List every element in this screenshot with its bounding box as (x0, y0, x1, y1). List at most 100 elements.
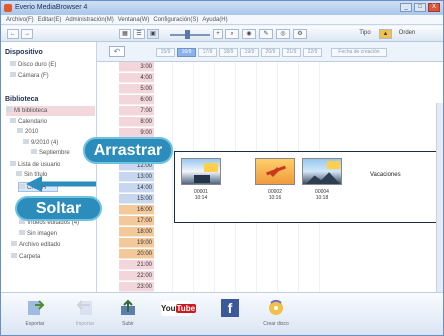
creation-date-tab[interactable]: Fecha de creación (331, 48, 387, 57)
device-e[interactable]: Disco duro (E) (10, 60, 56, 70)
close-button[interactable]: X (428, 3, 440, 12)
media-time: 10:14 (194, 195, 208, 201)
time-row: 13:00 (119, 172, 154, 182)
window-title: Everio MediaBrowser 4 (15, 4, 88, 11)
minimize-button[interactable]: _ (400, 3, 412, 12)
playlist-icon (19, 184, 25, 189)
menu-archivo[interactable]: Archivo(F) (6, 15, 34, 24)
drive-icon (10, 61, 16, 66)
grid-line (172, 62, 173, 292)
time-row: 6:00 (119, 95, 154, 105)
thumbnail-shape (194, 175, 210, 183)
thumbnail-flag-icon (327, 161, 340, 169)
bottom-label: Crear disco (263, 321, 289, 327)
settings-icon[interactable]: ⚙ (293, 29, 307, 39)
create-disc-button[interactable]: Crear disco (259, 299, 293, 332)
library-item-september[interactable]: 9/2010 (4) (23, 138, 58, 148)
time-row: 14:00 (119, 183, 154, 193)
folder-icon (23, 139, 29, 144)
media-thumbnail[interactable] (302, 158, 342, 185)
time-row: 16:00 (119, 205, 154, 215)
media-item[interactable]: 00002 10:16 (255, 158, 295, 211)
device-f[interactable]: Cámara (F) (10, 71, 49, 81)
grid-view-icon[interactable]: ▦ (119, 29, 131, 39)
date-tab[interactable]: 21/9 (282, 48, 301, 57)
youtube-button[interactable]: YouTube (161, 299, 197, 332)
app-icon (4, 4, 12, 12)
calendar-view-icon[interactable]: ▣ (147, 29, 159, 39)
camera-icon[interactable]: ◉ (242, 29, 256, 39)
media-time: 10:18 (315, 195, 329, 201)
calendar-header: ↶ 15/9 16/9 17/9 18/9 19/9 20/9 21/9 22/… (97, 42, 443, 62)
date-tab[interactable]: 22/9 (303, 48, 322, 57)
library-item-folder[interactable]: Carpeta (11, 252, 40, 262)
time-row: 23:00 (119, 282, 154, 292)
type-label: Tipo (359, 30, 371, 36)
zoom-slider-thumb[interactable] (185, 30, 190, 39)
media-group-box: 00001 10:14 00002 10:16 00004 10:18 Vaca… (174, 151, 443, 223)
disc-icon (269, 299, 283, 315)
date-tab[interactable]: 19/9 (240, 48, 259, 57)
back-button[interactable]: ← (7, 29, 19, 39)
library-item-2010[interactable]: 2010 (17, 127, 38, 137)
import-button[interactable]: Importar (68, 299, 102, 332)
youtube-icon: YouTube (161, 301, 197, 316)
library-item-no-image[interactable]: Sin imagen (19, 229, 57, 239)
menu-configuracion[interactable]: Configuración(S) (153, 15, 198, 24)
menu-administracion[interactable]: Administración(M) (65, 15, 113, 24)
maximize-button[interactable]: □ (414, 3, 426, 12)
edit-icon[interactable]: ✎ (259, 29, 273, 39)
date-tab-active[interactable]: 16/9 (177, 48, 196, 57)
media-thumbnail[interactable] (255, 158, 295, 185)
media-item[interactable]: 00001 10:14 (181, 158, 221, 211)
calendar-grid: 00001 10:14 00002 10:16 00004 10:18 Vaca… (154, 62, 443, 292)
time-row: 19:00 (119, 238, 154, 248)
drag-label: Arrastrar (83, 137, 173, 164)
time-row: 15:00 (119, 194, 154, 204)
device-f-label: Cámara (F) (18, 73, 49, 79)
media-item[interactable]: 00004 10:18 (302, 158, 342, 211)
drop-label: Soltar (15, 196, 102, 221)
library-item-edited-file[interactable]: Archivo editado (11, 240, 60, 250)
upload-button[interactable]: Subir (111, 299, 145, 332)
forward-button[interactable]: → (21, 29, 33, 39)
library-item-label: Lista de usuario (18, 162, 61, 168)
date-tab[interactable]: 17/9 (198, 48, 217, 57)
time-row: 3:00 (119, 62, 154, 72)
media-thumbnail[interactable] (181, 158, 221, 185)
library-item-subfolder[interactable]: Septiembre (31, 148, 70, 158)
library-item-label: Calendario (18, 119, 48, 125)
date-tab[interactable]: 20/9 (261, 48, 280, 57)
calendar-icon (10, 118, 16, 123)
playlist-icon (16, 171, 22, 176)
search-icon[interactable]: ⌕ (225, 29, 239, 39)
camera-icon (10, 72, 16, 77)
time-row: 18:00 (119, 227, 154, 237)
media-time: 10:16 (268, 195, 282, 201)
export-button[interactable]: Exportar (18, 299, 52, 332)
list-view-icon[interactable]: ☰ (133, 29, 145, 39)
library-item-label: 2010 (25, 129, 39, 135)
upload-icon (121, 299, 135, 315)
facebook-button[interactable]: f (213, 299, 247, 332)
sort-icon[interactable]: ▲ (379, 29, 392, 39)
zoom-slider-track[interactable] (170, 34, 210, 36)
date-tab[interactable]: 18/9 (219, 48, 238, 57)
back-arrow-icon[interactable]: ↶ (109, 46, 125, 57)
disc-icon[interactable]: ◎ (276, 29, 290, 39)
library-item-label: Mi biblioteca (14, 108, 48, 114)
menu-editar[interactable]: Editar(E) (38, 15, 62, 24)
menu-ventana[interactable]: Ventana(W) (118, 15, 150, 24)
menu-bar: Archivo(F) Editar(E) Administración(M) V… (1, 15, 443, 25)
image-icon (19, 230, 25, 235)
category-label: Vacaciones (370, 172, 401, 178)
drop-arrow-icon (26, 176, 96, 192)
zoom-in-icon[interactable]: + (213, 29, 223, 39)
library-item-label: 9/2010 (4) (31, 140, 59, 146)
library-item-calendar[interactable]: Calendario (10, 117, 47, 127)
date-tab[interactable]: 15/9 (156, 48, 175, 57)
library-item-user-list[interactable]: Lista de usuario (10, 160, 60, 170)
folder-icon (31, 149, 37, 154)
library-item-my-library[interactable]: Mi biblioteca (6, 106, 95, 116)
menu-ayuda[interactable]: Ayuda(H) (202, 15, 227, 24)
